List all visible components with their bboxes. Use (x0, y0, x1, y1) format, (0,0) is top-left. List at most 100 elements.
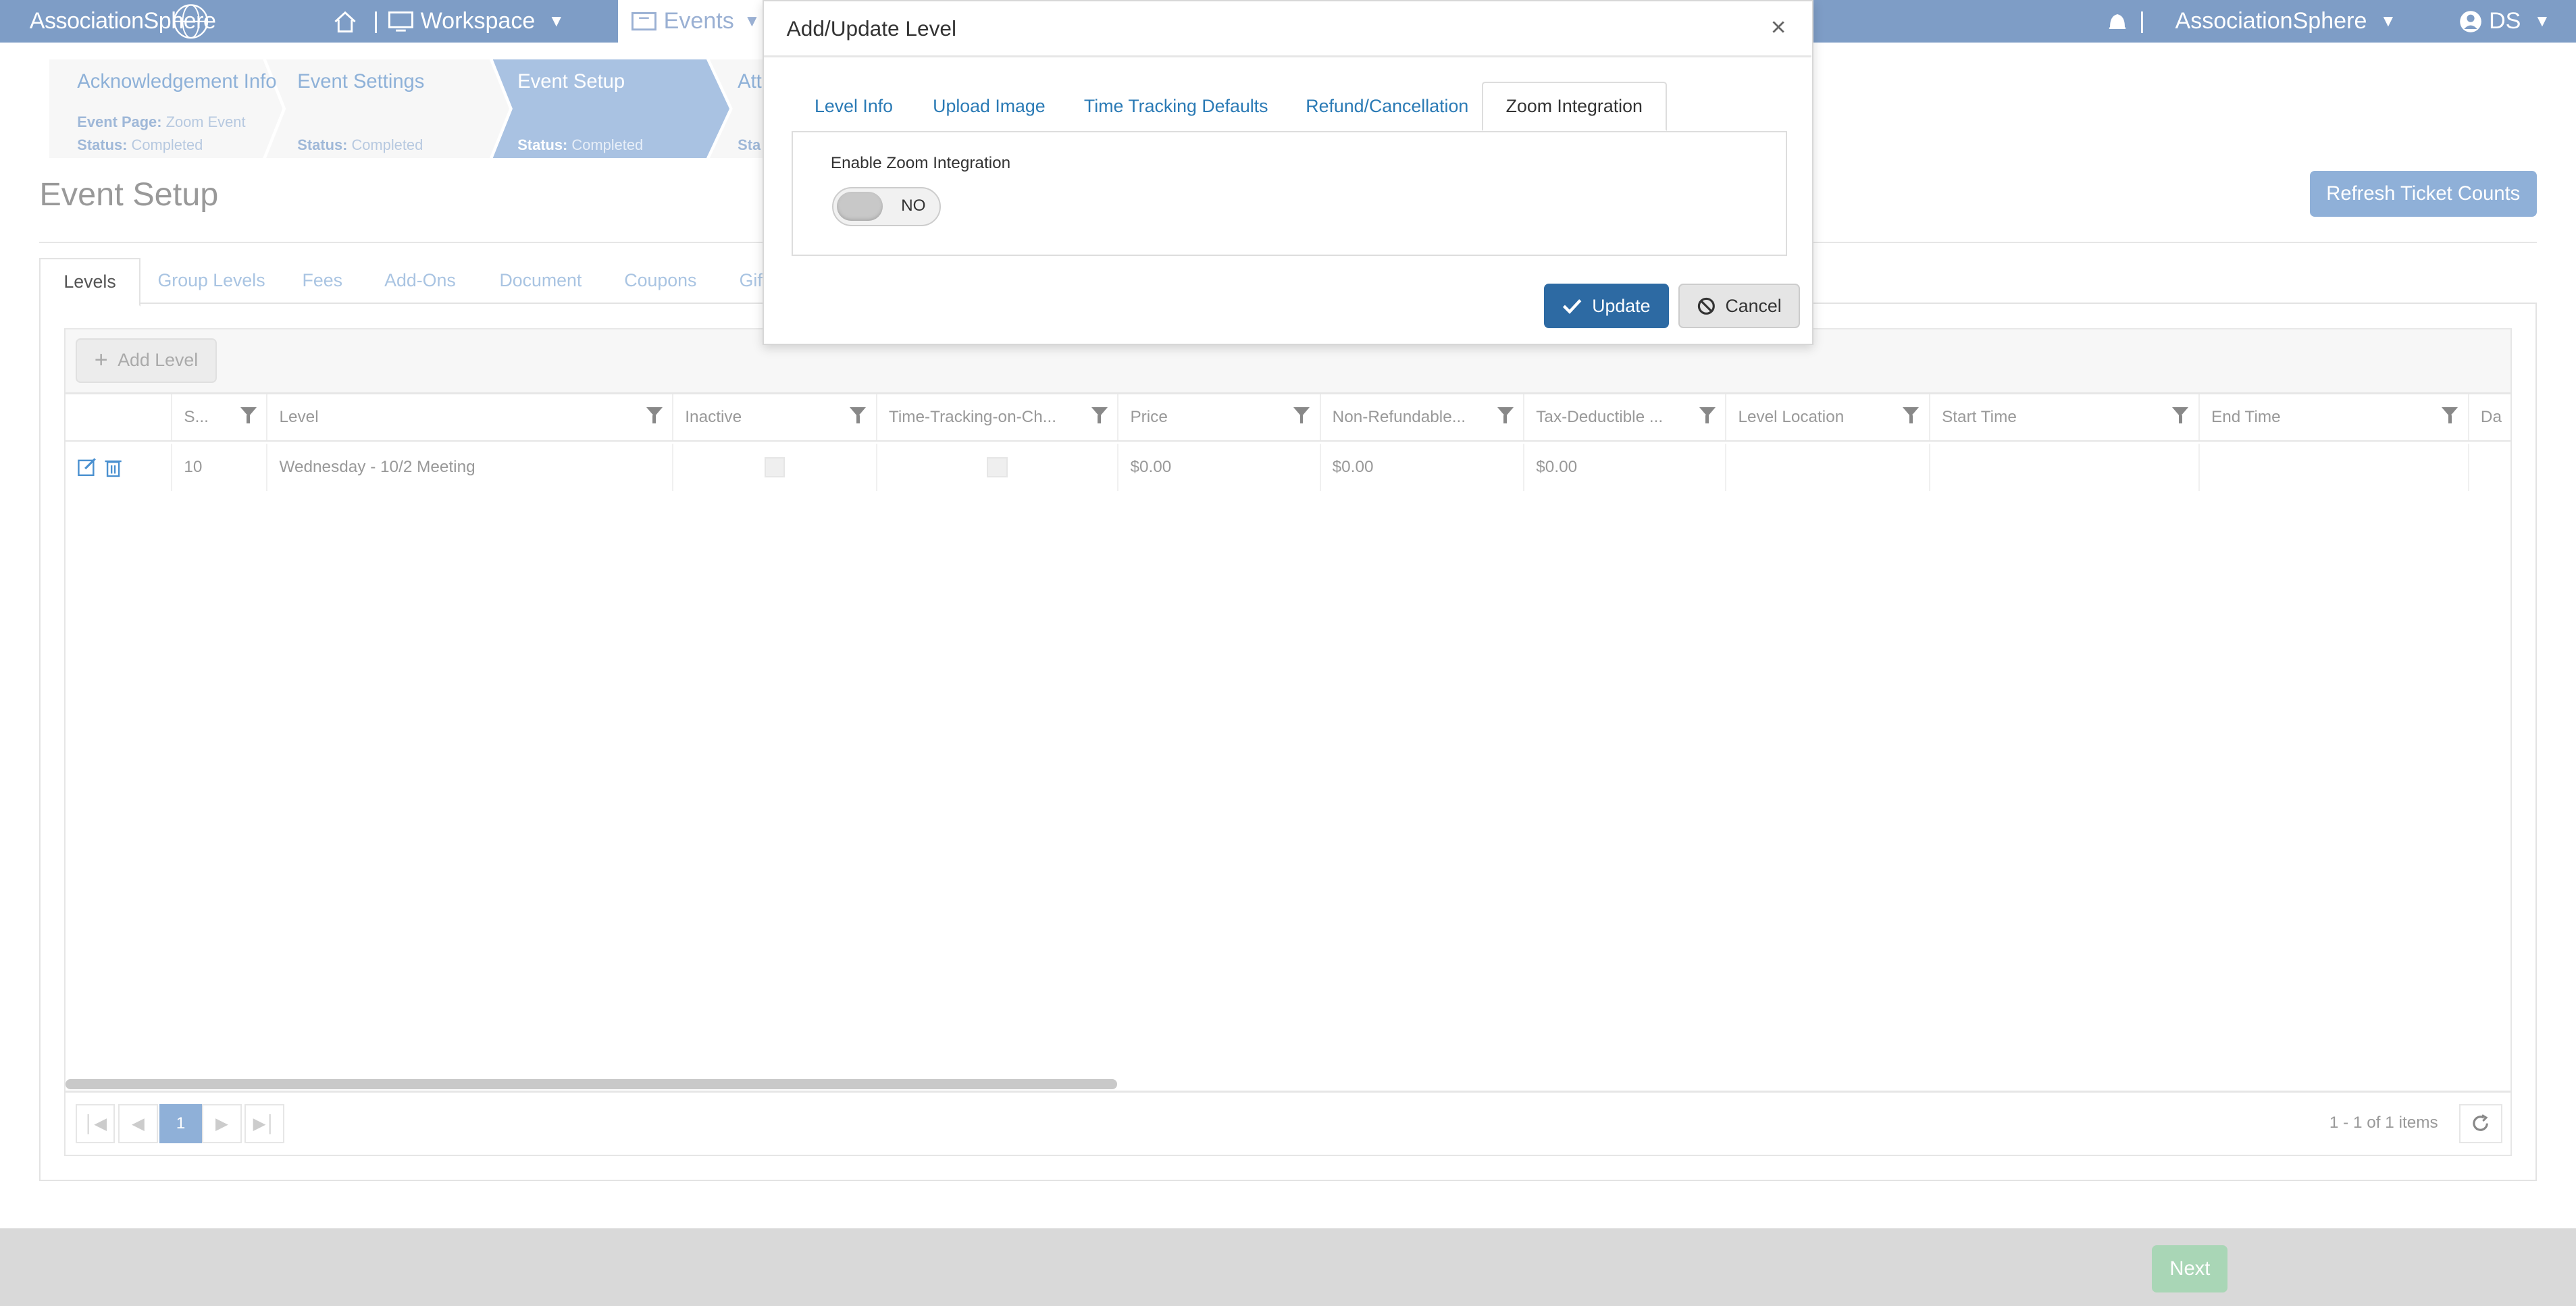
user-initials: DS (2489, 8, 2521, 34)
column-header-start-time[interactable]: Start Time (1930, 394, 2200, 440)
cell-start-time (1930, 443, 2200, 492)
step-acknowledgement[interactable]: Acknowledgement Info Event Page: Zoom Ev… (61, 59, 291, 158)
step-title: Att (738, 70, 762, 93)
inactive-checkbox[interactable] (764, 456, 785, 478)
column-header-end-time[interactable]: End Time (2200, 394, 2469, 440)
cancel-button[interactable]: Cancel (1678, 284, 1801, 329)
column-header-level-location[interactable]: Level Location (1726, 394, 1931, 440)
tab-levels[interactable]: Levels (39, 257, 140, 307)
delete-icon[interactable] (103, 457, 123, 477)
grid-header-bottom (66, 440, 2510, 442)
tab-add-ons[interactable]: Add-Ons (361, 258, 479, 304)
page-number-button[interactable]: 1 (159, 1103, 203, 1143)
filter-icon[interactable] (2172, 407, 2189, 423)
cell-date (2469, 444, 2510, 492)
chevron-down-icon: ▼ (2379, 11, 2396, 30)
column-header-tax-deductible[interactable]: Tax-Deductible ... (1524, 394, 1727, 440)
tab-refund-cancellation[interactable]: Refund/Cancellation (1283, 82, 1491, 131)
step-title: Acknowledgement Info (77, 70, 277, 93)
dialog-title: Add/Update Level (786, 16, 956, 41)
column-header-inactive[interactable]: Inactive (673, 394, 877, 440)
events-menu[interactable]: Events ▼ (617, 0, 766, 43)
column-header-actions (66, 394, 173, 440)
tab-group-levels[interactable]: Group Levels (134, 258, 288, 304)
tab-fees[interactable]: Fees (280, 258, 366, 304)
nav-separator: | (373, 8, 379, 34)
check-icon (1563, 299, 1582, 314)
tab-upload-image[interactable]: Upload Image (910, 82, 1068, 131)
enable-zoom-label: Enable Zoom Integration (830, 154, 1011, 173)
enable-zoom-toggle[interactable]: NO (832, 186, 941, 227)
column-header-level[interactable]: Level (267, 394, 674, 440)
cell-non-refundable: $0.00 (1321, 443, 1525, 492)
column-header-non-refundable[interactable]: Non-Refundable... (1321, 394, 1525, 440)
column-header-price[interactable]: Price (1118, 394, 1321, 440)
cell-seq: 10 (172, 443, 268, 492)
monitor-icon (388, 11, 413, 32)
filter-icon[interactable] (1699, 407, 1716, 423)
column-header-seq[interactable]: S... (172, 394, 268, 440)
add-level-button[interactable]: + Add Level (75, 338, 217, 383)
filter-icon[interactable] (1091, 407, 1108, 423)
status-label: Status: (517, 136, 568, 153)
column-header-time-tracking[interactable]: Time-Tracking-on-Ch... (877, 394, 1119, 440)
tab-time-tracking-defaults[interactable]: Time Tracking Defaults (1061, 82, 1291, 131)
first-page-button[interactable]: │◀ (75, 1103, 115, 1143)
refresh-icon[interactable] (2459, 1103, 2502, 1143)
step-event-settings[interactable]: Event Settings Status: Completed (281, 59, 494, 158)
next-page-button[interactable]: ▶ (202, 1103, 242, 1143)
edit-icon[interactable] (77, 457, 97, 477)
filter-icon[interactable] (240, 407, 257, 423)
dialog-divider (763, 55, 1812, 57)
filter-icon[interactable] (1497, 407, 1514, 423)
status-label: Sta (738, 136, 761, 153)
org-menu[interactable]: AssociationSphere ▼ (2175, 0, 2396, 43)
update-button[interactable]: Update (1544, 284, 1669, 329)
column-header-date[interactable]: Da (2469, 394, 2510, 440)
horizontal-scrollbar[interactable] (66, 1079, 1118, 1089)
nav-separator: | (2138, 8, 2145, 34)
events-label: Events (663, 8, 734, 34)
tab-level-info[interactable]: Level Info (792, 82, 916, 131)
ticket-icon (632, 11, 656, 31)
workspace-label: Workspace (420, 8, 536, 34)
filter-icon[interactable] (2442, 407, 2458, 423)
dialog-tabstrip: Level Info Upload Image Time Tracking De… (791, 82, 1787, 133)
toggle-knob (837, 191, 883, 221)
last-page-button[interactable]: ▶│ (244, 1103, 284, 1143)
tab-document[interactable]: Document (476, 258, 604, 304)
filter-icon[interactable] (646, 407, 663, 423)
user-circle-icon (2460, 10, 2482, 32)
pager-divider (66, 1091, 2510, 1093)
bell-icon[interactable] (2106, 0, 2129, 43)
table-row-actions (66, 443, 173, 492)
filter-icon[interactable] (1293, 407, 1310, 423)
close-icon[interactable]: × (1771, 13, 1786, 43)
add-update-level-dialog: Add/Update Level × Level Info Upload Ima… (762, 0, 1814, 345)
tab-zoom-integration[interactable]: Zoom Integration (1481, 82, 1667, 132)
pager-summary: 1 - 1 of 1 items (2329, 1114, 2438, 1132)
cell-tax-deductible: $0.00 (1524, 443, 1727, 492)
workspace-menu[interactable]: Workspace ▼ (388, 0, 565, 43)
cell-level-location (1726, 443, 1931, 492)
cell-level: Wednesday - 10/2 Meeting (267, 443, 674, 492)
plus-icon: + (94, 347, 108, 373)
time-tracking-checkbox[interactable] (987, 456, 1008, 478)
step-event-setup[interactable]: Event Setup Status: Completed (501, 59, 715, 158)
cell-inactive (673, 443, 877, 492)
globe-icon (174, 4, 209, 39)
prev-page-button[interactable]: ◀ (118, 1103, 158, 1143)
filter-icon[interactable] (850, 407, 867, 423)
app-logo[interactable]: AssociationSphere (30, 0, 216, 43)
filter-icon[interactable] (1903, 407, 1920, 423)
home-icon[interactable] (334, 0, 357, 43)
org-label: AssociationSphere (2175, 8, 2367, 34)
next-button[interactable]: Next (2152, 1245, 2228, 1293)
user-menu[interactable]: DS ▼ (2459, 0, 2550, 43)
update-label: Update (1592, 295, 1651, 316)
toggle-value: NO (901, 197, 926, 215)
refresh-ticket-counts-button[interactable]: Refresh Ticket Counts (2309, 170, 2537, 217)
cell-time-tracking (877, 443, 1119, 492)
tab-coupons[interactable]: Coupons (601, 258, 719, 304)
page-title: Event Setup (39, 176, 219, 213)
